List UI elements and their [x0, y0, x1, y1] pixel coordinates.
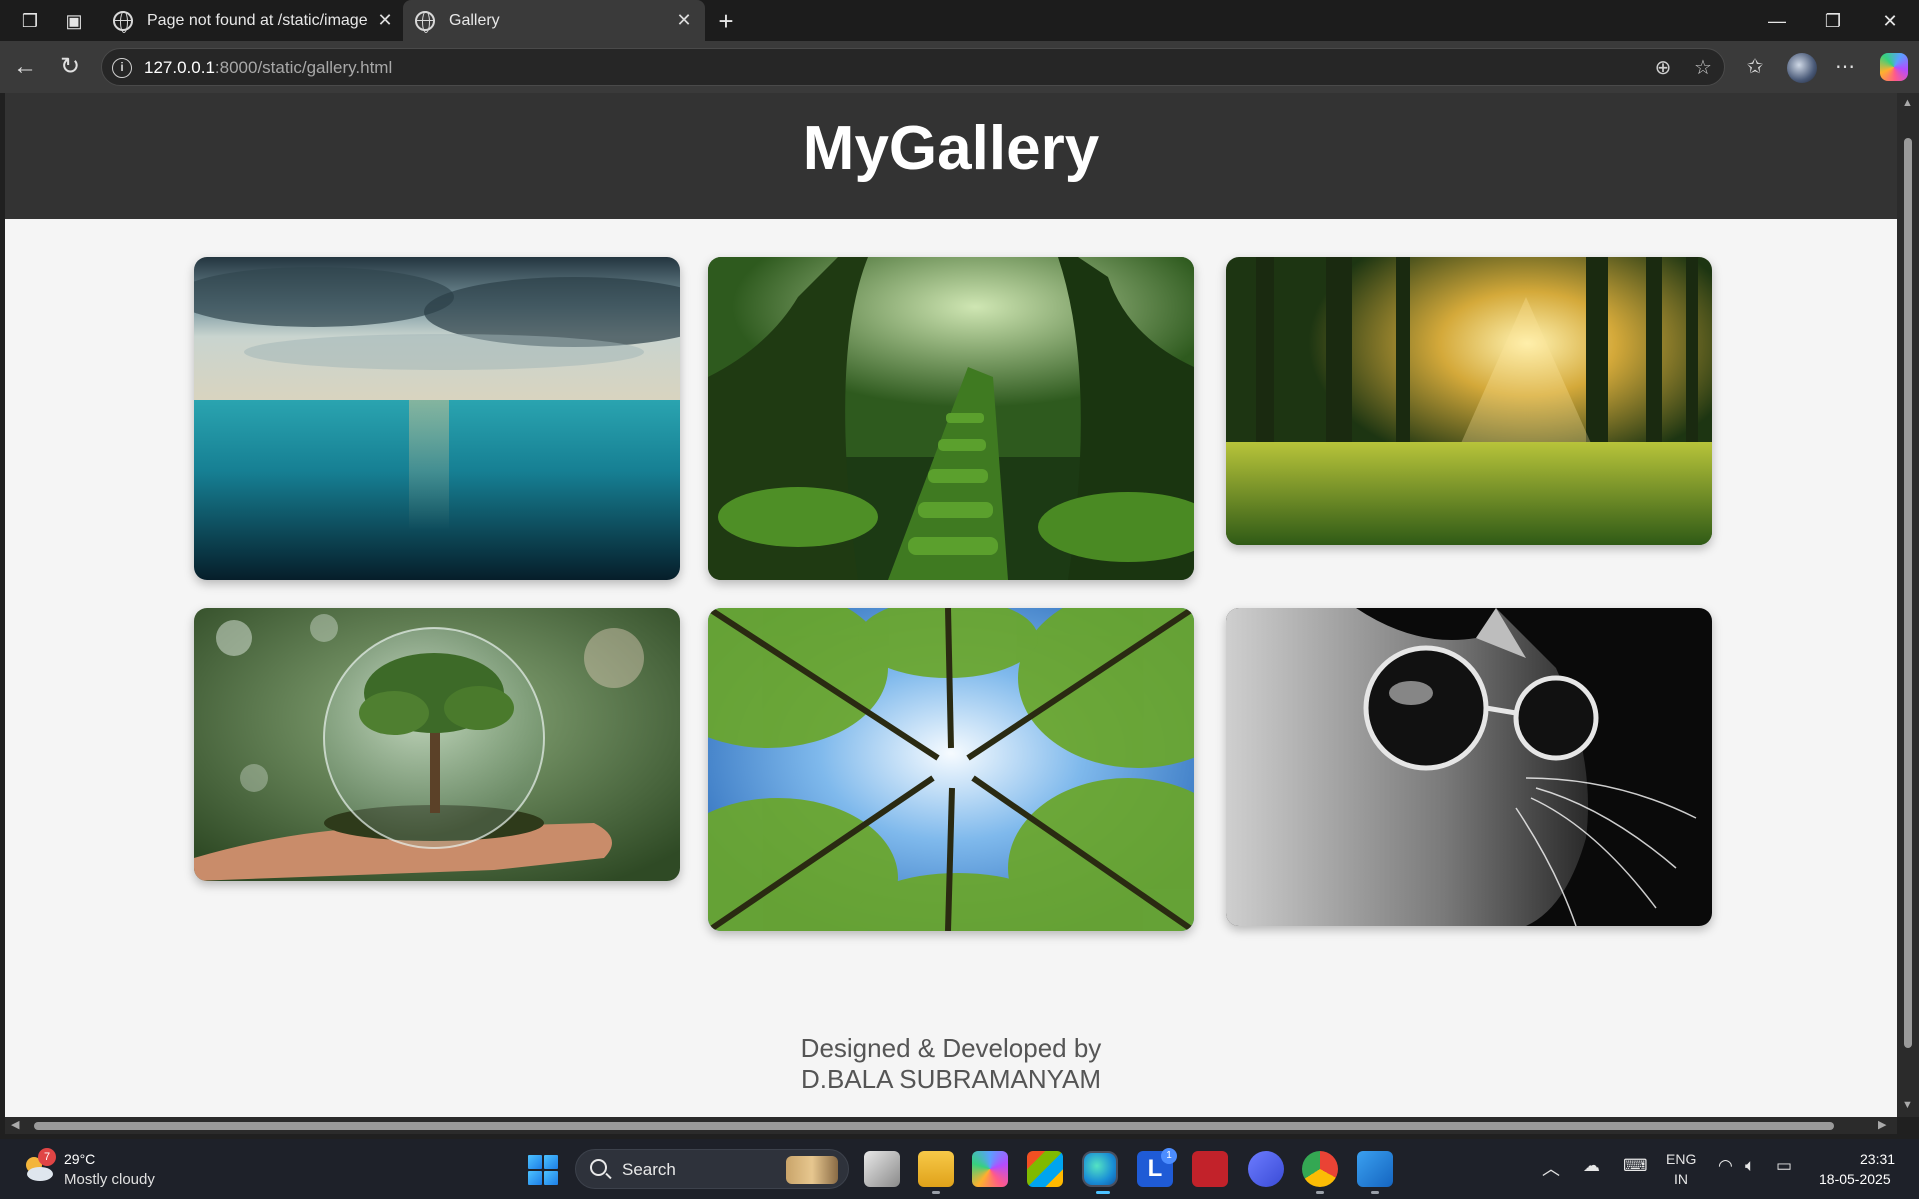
url-path: :8000/static/gallery.html [214, 58, 393, 77]
globe-icon [113, 10, 133, 33]
copilot-app-icon[interactable] [972, 1151, 1008, 1187]
scroll-right-icon[interactable]: ▶ [1878, 1118, 1886, 1131]
close-tab-icon[interactable]: ✕ [374, 9, 396, 31]
active-indicator [1096, 1191, 1110, 1194]
tab-title: Gallery [449, 11, 500, 29]
volume-icon[interactable]: 🔈︎ [1745, 1156, 1755, 1176]
tab-gallery[interactable]: Gallery ✕ [403, 0, 705, 41]
clock-time[interactable]: 23:31 [1860, 1151, 1895, 1167]
scroll-left-icon[interactable]: ◀ [11, 1118, 19, 1131]
search-highlight-icon [786, 1156, 838, 1184]
globe-icon [415, 10, 435, 33]
running-indicator [1316, 1191, 1324, 1194]
vertical-scrollbar[interactable]: ▲ ▼ [1897, 93, 1919, 1117]
weather-badge: 7 [38, 1148, 56, 1166]
refresh-icon[interactable]: ↻ [55, 52, 85, 82]
workspaces-icon[interactable]: ❒ [17, 8, 43, 34]
show-hidden-icons-icon[interactable]: ︿ [1542, 1155, 1560, 1181]
taskbar: 7 29°C Mostly cloudy Search L 1 ︿ ☁ ⌨ EN… [0, 1139, 1919, 1199]
more-options-icon[interactable]: ⋯ [1830, 52, 1860, 82]
favorites-icon[interactable]: ✩ [1740, 52, 1770, 82]
back-icon[interactable]: ← [10, 52, 40, 82]
horizontal-scroll-thumb[interactable] [34, 1122, 1834, 1130]
browser-toolbar: ← ↻ i 127.0.0.1:8000/static/gallery.html… [0, 41, 1919, 93]
microsoft-store-icon[interactable] [1027, 1151, 1063, 1187]
search-label: Search [622, 1160, 676, 1179]
battery-icon[interactable]: ▭ [1776, 1156, 1792, 1176]
horizontal-scrollbar[interactable]: ◀ ▶ [5, 1117, 1897, 1134]
chrome-icon[interactable] [1302, 1151, 1338, 1187]
app-icon[interactable] [1248, 1151, 1284, 1187]
clock-date[interactable]: 18-05-2025 [1819, 1171, 1891, 1187]
favorite-star-icon[interactable]: ☆ [1690, 55, 1716, 81]
edge-browser-icon[interactable] [1082, 1151, 1118, 1187]
region-indicator[interactable]: IN [1674, 1171, 1688, 1187]
vertical-tabs-icon[interactable]: ▣ [61, 8, 87, 34]
site-footer: Designed & Developed by D.BALA SUBRAMANY… [5, 1033, 1897, 1095]
restore-icon[interactable]: ❐ [1813, 6, 1853, 36]
weather-description[interactable]: Mostly cloudy [64, 1171, 155, 1188]
ocean-sunset-image[interactable] [194, 257, 680, 580]
taskbar-search[interactable]: Search [575, 1149, 849, 1189]
language-indicator[interactable]: ENG [1666, 1151, 1696, 1167]
onedrive-icon[interactable]: ☁ [1583, 1156, 1600, 1176]
close-window-icon[interactable]: ✕ [1870, 6, 1910, 36]
task-view-icon[interactable] [864, 1151, 900, 1187]
scroll-up-icon[interactable]: ▲ [1902, 97, 1913, 109]
url-host: 127.0.0.1 [144, 58, 215, 77]
footer-author-name: D.BALA SUBRAMANYAM [800, 1064, 1102, 1094]
vscode-icon[interactable] [1357, 1151, 1393, 1187]
file-explorer-icon[interactable] [918, 1151, 954, 1187]
windows-start-icon[interactable] [528, 1155, 558, 1185]
minimize-icon[interactable]: — [1757, 6, 1797, 36]
mossy-forest-stairs-image[interactable] [708, 257, 1194, 580]
site-title: MyGallery [802, 114, 1100, 183]
notification-badge: 1 [1161, 1148, 1177, 1164]
profile-avatar[interactable] [1787, 53, 1817, 83]
cat-with-sunglasses-image[interactable] [1226, 608, 1712, 926]
site-info-icon[interactable]: i [112, 58, 132, 78]
sunlit-forest-image[interactable] [1226, 257, 1712, 545]
tab-page-not-found[interactable]: Page not found at /static/image_c ✕ [101, 0, 406, 41]
address-bar[interactable]: i 127.0.0.1:8000/static/gallery.html ⊕ ☆ [101, 48, 1725, 86]
weather-temperature[interactable]: 29°C [64, 1151, 95, 1167]
tab-title: Page not found at /static/image_c [147, 11, 367, 29]
vertical-scroll-thumb[interactable] [1904, 138, 1912, 1048]
zoom-icon[interactable]: ⊕ [1650, 55, 1676, 81]
running-indicator [932, 1191, 940, 1194]
search-icon [590, 1159, 607, 1176]
scroll-down-icon[interactable]: ▼ [1902, 1099, 1913, 1111]
wifi-icon[interactable]: ◠ [1718, 1156, 1733, 1176]
mcafee-icon[interactable] [1192, 1151, 1228, 1187]
web-content: MyGallery Designed & Developed by D.BALA… [5, 93, 1897, 1117]
url-text[interactable]: 127.0.0.1:8000/static/gallery.html [144, 58, 392, 78]
tab-strip: ❒ ▣ Page not found at /static/image_c ✕ … [0, 0, 1919, 41]
new-tab-icon[interactable]: + [713, 8, 739, 34]
forest-canopy-image[interactable] [708, 608, 1194, 931]
copilot-icon[interactable] [1880, 53, 1908, 81]
footer-credit-line: Designed & Developed by [800, 1033, 1102, 1063]
site-header: MyGallery [5, 93, 1897, 219]
tree-in-glass-globe-image[interactable] [194, 608, 680, 881]
close-tab-icon[interactable]: ✕ [673, 9, 695, 31]
keyboard-icon[interactable]: ⌨ [1623, 1156, 1648, 1176]
running-indicator [1371, 1191, 1379, 1194]
